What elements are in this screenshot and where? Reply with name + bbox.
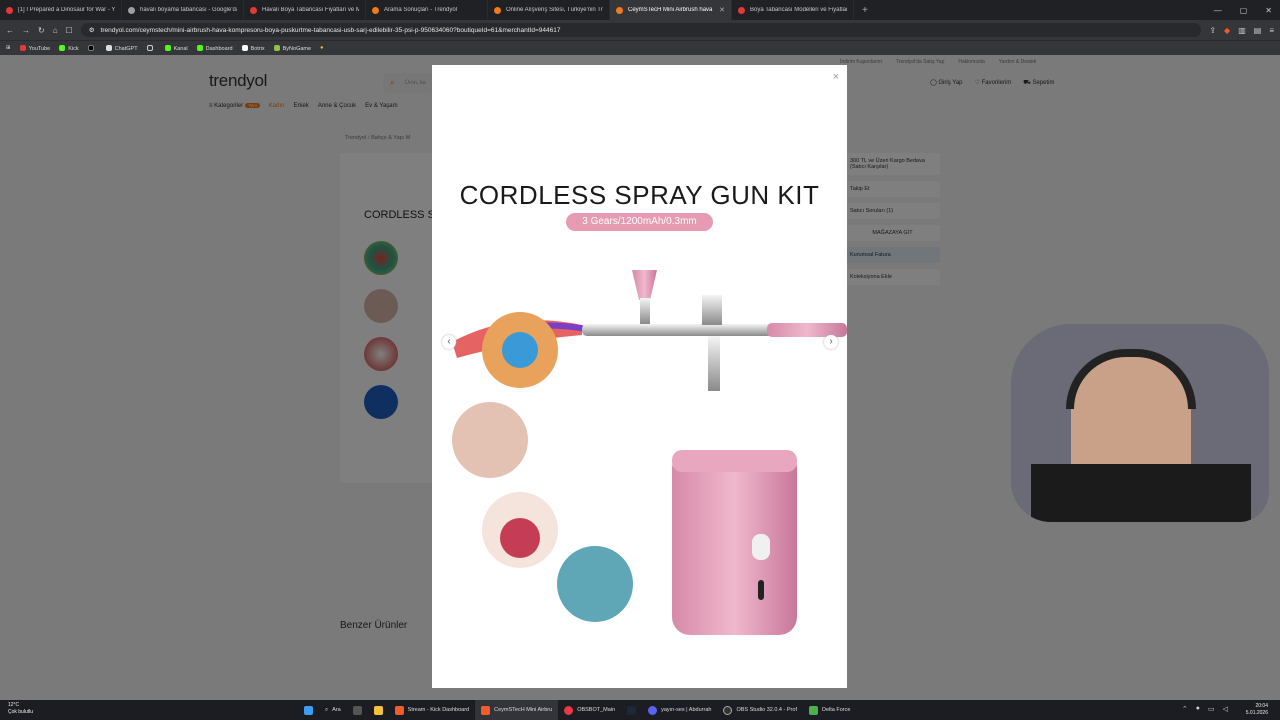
search-icon: ⌕ — [325, 706, 329, 713]
bookmark-x[interactable] — [87, 44, 97, 52]
bookmark-chatgpt[interactable]: ChatGPT — [105, 44, 138, 52]
address-bar-row: ← → ↻ ⌂ ☐ ⚙ trendyol.com/ceymstech/mini-a… — [0, 20, 1280, 40]
minimize-icon[interactable]: — — [1214, 6, 1222, 15]
network-icon[interactable]: ▭ — [1208, 705, 1215, 713]
bookmark-dashboard[interactable]: Dashboard — [196, 44, 233, 52]
browser-tab-active[interactable]: CeymSTecH Mini Airbrush hava ✕ — [610, 0, 732, 20]
bookmark-botrix[interactable]: Botrix — [241, 44, 265, 52]
folder-icon — [373, 705, 383, 715]
sidebar-icon[interactable]: ▥ — [1238, 26, 1246, 35]
share-icon[interactable]: ⇪ — [1209, 26, 1216, 35]
taskbar-app[interactable]: yayın-ses | Abdurrah — [642, 700, 717, 720]
new-tab-button[interactable]: + — [854, 5, 876, 16]
tray-expand-icon[interactable]: ⌃ — [1182, 705, 1188, 713]
site-info-icon[interactable]: ⚙ — [89, 26, 95, 34]
clock[interactable]: 20:04 5.01.2026 — [1246, 703, 1268, 717]
tab-favicon-icon — [6, 6, 13, 14]
volume-icon[interactable]: ◁ — [1223, 705, 1228, 713]
brave-shield-icon[interactable]: ◆ — [1224, 26, 1230, 35]
product-image-subtitle: 3 Gears/1200mAh/0.3mm — [566, 213, 713, 231]
wallet-icon[interactable]: ▤ — [1254, 26, 1262, 35]
task-view-button[interactable] — [347, 700, 368, 720]
browser-tab[interactable]: Boya Tabancası Modelleri ve Fiyatları — [732, 0, 854, 20]
forward-icon[interactable]: → — [22, 26, 30, 35]
brave-icon — [394, 705, 404, 715]
tab-favicon-icon — [738, 6, 745, 14]
home-icon[interactable]: ⌂ — [53, 26, 58, 35]
back-icon[interactable]: ← — [6, 26, 14, 35]
folder-icon — [146, 44, 153, 51]
microphone-icon[interactable]: ● — [1196, 705, 1200, 713]
kick-icon — [196, 44, 203, 51]
system-tray: ⌃ ● ▭ ◁ — [1182, 705, 1228, 713]
browser-tab[interactable]: Arama Sonuçları - Trendyol — [366, 0, 488, 20]
tab-favicon-icon — [372, 6, 379, 14]
bookmark-icon[interactable]: ☐ — [66, 26, 73, 35]
bookmark-bynogame[interactable]: ByNoGame — [273, 44, 311, 52]
botrix-icon — [241, 44, 248, 51]
tab-favicon-icon — [616, 6, 623, 14]
image-modal: × CORDLESS SPRAY GUN KIT 3 Gears/1200mAh… — [432, 65, 847, 688]
menu-icon[interactable]: ≡ — [1269, 26, 1274, 35]
taskbar-app[interactable]: Stream - Kick Dashboard — [389, 700, 475, 720]
headset — [1066, 349, 1196, 409]
taskbar-app[interactable]: OBS Studio 32.0.4 - Prof — [717, 700, 803, 720]
obsbot-icon — [564, 705, 574, 715]
emoji-icon[interactable]: ● — [320, 45, 323, 51]
windows-icon — [304, 705, 313, 715]
start-button[interactable] — [298, 700, 319, 720]
previous-image-arrow[interactable]: ‹ — [442, 335, 456, 349]
taskbar-app[interactable] — [621, 700, 642, 720]
tab-strip: [1] I Prepared a Dinosaur for War - Y ha… — [0, 0, 1280, 20]
discord-icon — [648, 705, 658, 715]
youtube-icon — [19, 44, 26, 51]
bookmark-kick[interactable]: Kick — [59, 44, 79, 52]
weather-widget[interactable]: 12°C Çok bulutlu — [8, 702, 33, 716]
shirt — [1031, 464, 1251, 522]
bookmarks-bar: ⊞ YouTube Kick ChatGPT Kanal Dashboard B… — [0, 40, 1280, 55]
x-icon — [87, 44, 94, 51]
next-image-arrow[interactable]: › — [824, 335, 838, 349]
airbrush-product-image — [452, 270, 847, 635]
bookmark-youtube[interactable]: YouTube — [19, 44, 50, 52]
chatgpt-icon — [105, 44, 112, 51]
close-icon[interactable]: × — [833, 71, 839, 83]
apps-icon[interactable]: ⊞ — [6, 45, 11, 51]
tab-favicon-icon — [250, 6, 257, 14]
browser-tab[interactable]: Havalı Boya Tabancası Fiyatları ve Mo — [244, 0, 366, 20]
close-window-icon[interactable]: ✕ — [1265, 6, 1272, 15]
file-explorer-button[interactable] — [368, 700, 389, 720]
taskbar-app[interactable]: OBSBOT_Main — [558, 700, 621, 720]
taskbar-app[interactable]: CeymSTecH Mini Airbru — [475, 700, 559, 720]
bynogame-icon — [273, 44, 280, 51]
search-button[interactable]: ⌕ Ara — [319, 700, 347, 720]
maximize-icon[interactable]: ▢ — [1240, 6, 1248, 15]
reload-icon[interactable]: ↻ — [38, 26, 45, 35]
steam-icon — [627, 705, 637, 715]
webcam-overlay — [1011, 324, 1269, 522]
obs-icon — [723, 705, 733, 715]
close-tab-icon[interactable]: ✕ — [719, 6, 725, 14]
taskbar-app[interactable]: Delta Force — [803, 700, 856, 720]
url-field[interactable]: ⚙ trendyol.com/ceymstech/mini-airbrush-ha… — [80, 23, 1202, 37]
kick-icon — [164, 44, 171, 51]
browser-tab[interactable]: [1] I Prepared a Dinosaur for War - Y — [0, 0, 122, 20]
app-icon — [808, 705, 818, 715]
bookmark-kanal[interactable]: Kanal — [164, 44, 188, 52]
bookmark-folder[interactable] — [146, 44, 156, 52]
browser-tab[interactable]: Online Alışveriş Sitesi, Türkiye'nin Tre — [488, 0, 610, 20]
task-view-icon — [352, 705, 362, 715]
product-image-heading: CORDLESS SPRAY GUN KIT — [459, 180, 820, 210]
brave-icon — [481, 705, 491, 715]
window-controls: — ▢ ✕ — [1214, 0, 1272, 20]
tab-favicon-icon — [494, 6, 501, 14]
browser-tab[interactable]: havalı boyama tabancası - Google'da — [122, 0, 244, 20]
tab-favicon-icon — [128, 6, 135, 14]
taskbar: 12°C Çok bulutlu ⌕ Ara Stream - Kick Dash… — [0, 700, 1280, 720]
kick-icon — [59, 44, 66, 51]
